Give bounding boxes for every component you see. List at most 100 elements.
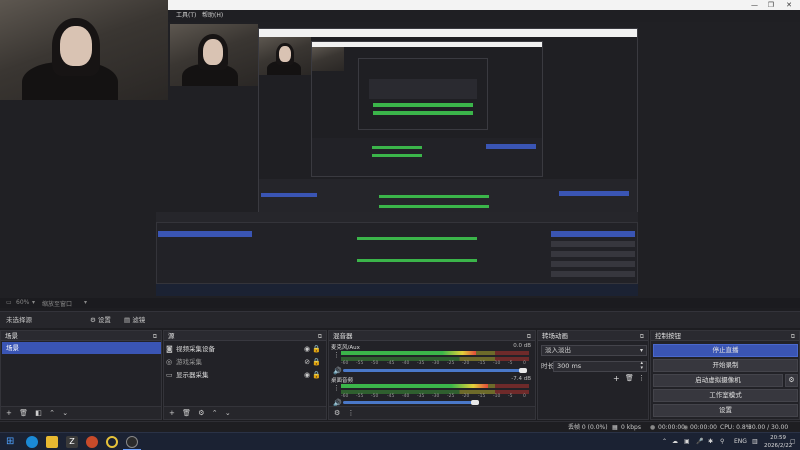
edge-browser-icon[interactable] <box>26 436 38 448</box>
dock-float-icon[interactable]: ⧉ <box>527 332 531 342</box>
tray-app-icon[interactable]: ▣ <box>684 433 690 450</box>
dock-float-icon[interactable]: ⧉ <box>153 332 157 342</box>
level-meter-fill <box>341 351 476 355</box>
virtual-camera-settings-icon[interactable]: ⚙ <box>785 374 798 387</box>
meter-tick-label: -30 <box>432 394 440 399</box>
stop-streaming-button[interactable]: 停止直播 <box>653 344 798 357</box>
level-meter-fill <box>341 384 488 388</box>
scene-filter-icon[interactable]: ◧ <box>35 409 42 417</box>
transition-menu-icon[interactable]: ⋮ <box>638 374 645 382</box>
mixer-channel-name: 桌面音频 <box>331 378 354 384</box>
menu-help: 帮助(H) <box>202 12 224 19</box>
source-item-game-capture[interactable]: ◎ 游戏采集 ⊘ 🔒 <box>166 356 324 368</box>
move-up-icon[interactable]: ⌃ <box>212 409 218 417</box>
dock-float-icon[interactable]: ⧉ <box>640 332 644 342</box>
start-virtual-camera-button[interactable]: 启动虚拟摄像机 <box>653 374 783 387</box>
meter-tick-label: 0 <box>523 394 526 399</box>
meter-tick-label: -55 <box>356 394 364 399</box>
add-scene-icon[interactable]: + <box>6 409 12 417</box>
mixer-menu-icon[interactable]: ⋮ <box>348 409 355 417</box>
windows-start-icon[interactable]: ⊞ <box>6 436 18 448</box>
network-icon[interactable]: ▥ <box>752 433 758 450</box>
filters-button[interactable]: ▤ 滤镜 <box>124 312 145 329</box>
volume-slider-handle[interactable] <box>471 400 479 405</box>
duration-input[interactable]: 300 ms ▴ ▾ <box>553 361 647 372</box>
remove-source-icon[interactable]: 🗑 <box>182 409 191 417</box>
tray-overflow-icon[interactable]: ⌃ <box>662 433 667 450</box>
app-z-icon[interactable]: Z <box>66 436 78 448</box>
settings-button[interactable]: 设置 <box>653 404 798 417</box>
obs-window: — ❐ ✕ 工具(T) 帮助(H) ▭ 60% ▾ 缩放至窗口 ▾ 未选择源 ⚙… <box>0 0 800 450</box>
notification-icon[interactable]: ▢ <box>790 433 796 450</box>
speaker-icon[interactable]: 🔊 <box>333 367 342 375</box>
meter-tick-label: 0 <box>523 361 526 366</box>
zoom-level[interactable]: 60% <box>16 299 29 306</box>
properties-button[interactable]: ⚙ 设置 <box>90 312 111 329</box>
mixer-dock-header: 混音器 ⧉ <box>329 331 535 341</box>
studio-mode-button[interactable]: 工作室模式 <box>653 389 798 402</box>
audio-mixer-dock: 混音器 ⧉ 麦克风/Aux 0.0 dB ⋮ -60 -55 -50 -45 -40 -35… <box>328 330 536 420</box>
volume-slider[interactable] <box>343 401 475 404</box>
move-up-icon[interactable]: ⌃ <box>49 409 55 417</box>
sources-dock-toolbar: + 🗑 ⚙ ⌃ ⌄ <box>164 406 326 419</box>
meter-tick-label: -45 <box>387 394 395 399</box>
meter-tick-label: -40 <box>402 361 410 366</box>
dock-float-icon[interactable]: ⧉ <box>791 332 795 342</box>
controls-dock: 控制按钮 ⧉ 停止直播 开始录制 启动虚拟摄像机 ⚙ 工作室模式 设置 <box>650 330 800 420</box>
language-indicator[interactable]: ENG <box>734 433 747 450</box>
powerpoint-icon[interactable] <box>86 436 98 448</box>
meter-tick-label: -30 <box>432 361 440 366</box>
add-transition-icon[interactable]: + <box>613 374 620 383</box>
monitor-icon: ▭ <box>166 371 173 379</box>
move-down-icon[interactable]: ⌄ <box>62 409 68 417</box>
source-item-video-capture[interactable]: ◙ 视频采集设备 ◉ 🔒 <box>166 343 324 355</box>
mixer-channel-db: 0.0 dB <box>513 343 531 349</box>
mixer-settings-icon[interactable]: ⚙ <box>334 409 340 417</box>
transition-select[interactable]: 淡入淡出 ▾ <box>541 345 647 356</box>
start-recording-button[interactable]: 开始录制 <box>653 359 798 372</box>
meter-ticks: -60 -55 -50 -45 -40 -35 -30 -25 -20 -15 -10 -5 0 <box>341 394 531 400</box>
channel-menu-icon[interactable]: ⋮ <box>333 384 340 392</box>
meter-tick-label: -55 <box>356 361 364 366</box>
mixer-dock-toolbar: ⚙ ⋮ <box>329 406 535 419</box>
zoom-mode[interactable]: 缩放至窗口 <box>42 299 72 308</box>
app-circle-icon[interactable] <box>106 436 118 448</box>
meter-ticks: -60 -55 -50 -45 -40 -35 -30 -25 -20 -15 -10 -5 0 <box>341 361 531 367</box>
meter-tick-label: -15 <box>478 361 486 366</box>
add-source-icon[interactable]: + <box>169 409 175 417</box>
dock-float-icon[interactable]: ⧉ <box>318 332 322 342</box>
microphone-icon[interactable]: 🎤 <box>696 433 703 450</box>
camera-icon: ◙ <box>166 345 173 353</box>
preview-zoom-bar: ▭ 60% ▾ 缩放至窗口 ▾ <box>0 298 800 308</box>
clock[interactable]: 20:59 2026/2/22 <box>764 434 792 450</box>
source-controls[interactable]: ◉ 🔒 <box>304 343 321 355</box>
file-explorer-icon[interactable] <box>46 436 58 448</box>
source-controls[interactable]: ⊘ 🔒 <box>304 356 321 368</box>
mixer-channel-db: -7.4 dB <box>511 376 531 382</box>
channel-menu-icon[interactable]: ⋮ <box>333 351 340 359</box>
scene-item[interactable]: 场景 <box>2 342 161 354</box>
move-down-icon[interactable]: ⌄ <box>225 409 231 417</box>
remove-scene-icon[interactable]: 🗑 <box>19 409 28 417</box>
chevron-down-icon: ▾ <box>639 347 643 354</box>
transitions-dock-header: 转场动画 ⧉ <box>538 331 648 341</box>
source-controls[interactable]: ◉ 🔒 <box>304 369 321 381</box>
gamepad-icon: ◎ <box>166 358 173 366</box>
source-settings-icon[interactable]: ⚙ <box>198 409 204 417</box>
preview-canvas[interactable]: — ❐ ✕ 工具(T) 帮助(H) <box>0 0 800 298</box>
meter-tick-label: -15 <box>478 394 486 399</box>
meter-tick-label: -5 <box>508 394 513 399</box>
meter-tick-label: -35 <box>417 361 425 366</box>
cloud-icon[interactable]: ☁ <box>672 433 678 450</box>
obs-taskbar-icon[interactable] <box>126 436 138 448</box>
spinner-icon[interactable]: ▴ ▾ <box>640 361 643 371</box>
zoom-mode-dropdown-icon[interactable]: ▾ <box>84 299 87 306</box>
remove-transition-icon[interactable]: 🗑 <box>625 374 634 382</box>
controls-dock-header: 控制按钮 ⧉ <box>651 331 799 341</box>
volume-slider-handle[interactable] <box>519 368 527 373</box>
tray-extra-icon[interactable]: ⚲ <box>720 433 724 450</box>
source-item-display-capture[interactable]: ▭ 显示器采集 ◉ 🔒 <box>166 369 324 381</box>
meter-tick-label: -35 <box>417 394 425 399</box>
bluetooth-icon[interactable]: ✱ <box>708 433 713 450</box>
volume-slider[interactable] <box>343 369 523 372</box>
